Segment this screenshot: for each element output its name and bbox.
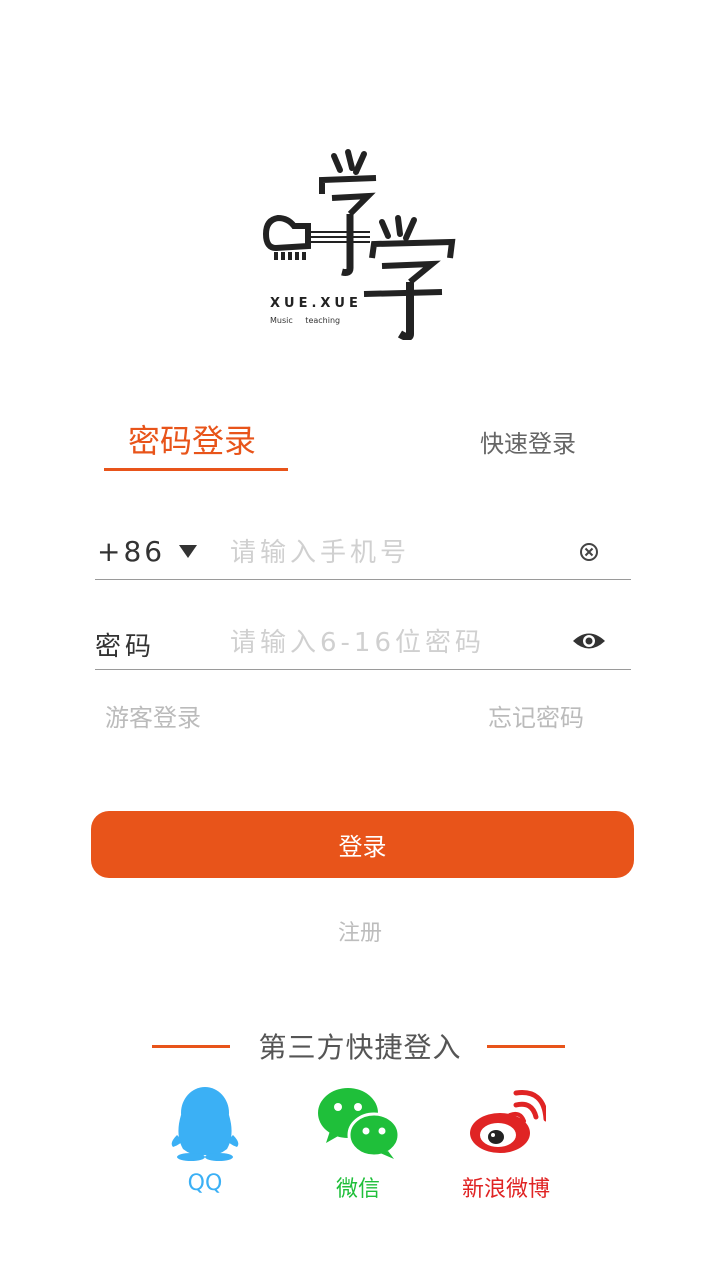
app-logo: XUE.XUE Music teaching	[260, 148, 465, 340]
qq-icon	[171, 1087, 239, 1161]
weibo-login-button[interactable]: 新浪微博	[454, 1085, 558, 1203]
qq-label: QQ	[187, 1171, 223, 1196]
qq-login-button[interactable]: QQ	[160, 1085, 250, 1196]
tab-quick-login[interactable]: 快速登录	[480, 424, 576, 459]
active-tab-indicator	[104, 468, 288, 471]
wechat-login-button[interactable]: 微信	[312, 1085, 404, 1203]
caret-down-icon	[179, 545, 198, 558]
register-link: 注册	[0, 915, 720, 947]
country-code: +86	[97, 535, 166, 568]
wechat-icon	[318, 1088, 400, 1159]
divider-right	[487, 1045, 565, 1048]
register-link-label[interactable]: 注册	[338, 921, 382, 946]
password-divider	[95, 669, 631, 670]
password-input[interactable]	[230, 623, 560, 663]
forgot-password-link[interactable]: 忘记密码	[488, 698, 584, 733]
weibo-icon	[470, 1090, 546, 1153]
phone-input[interactable]	[230, 533, 560, 573]
eye-icon[interactable]	[571, 630, 607, 652]
weibo-label: 新浪微博	[461, 1177, 550, 1202]
third-party-title: 第三方快捷登入	[258, 1031, 462, 1064]
phone-divider	[95, 579, 631, 580]
logo-wordmark: XUE.XUE	[270, 296, 362, 311]
guest-login-link[interactable]: 游客登录	[105, 698, 201, 733]
clear-icon[interactable]	[580, 543, 598, 561]
tab-password-login[interactable]: 密码登录	[128, 416, 256, 462]
password-label: 密码	[95, 632, 156, 662]
logo-tagline: Music teaching	[270, 316, 341, 325]
wechat-label: 微信	[335, 1177, 380, 1202]
login-button[interactable]: 登录	[91, 811, 634, 878]
guitar-logo-icon	[262, 149, 456, 340]
country-code-selector[interactable]: +86	[97, 535, 198, 568]
